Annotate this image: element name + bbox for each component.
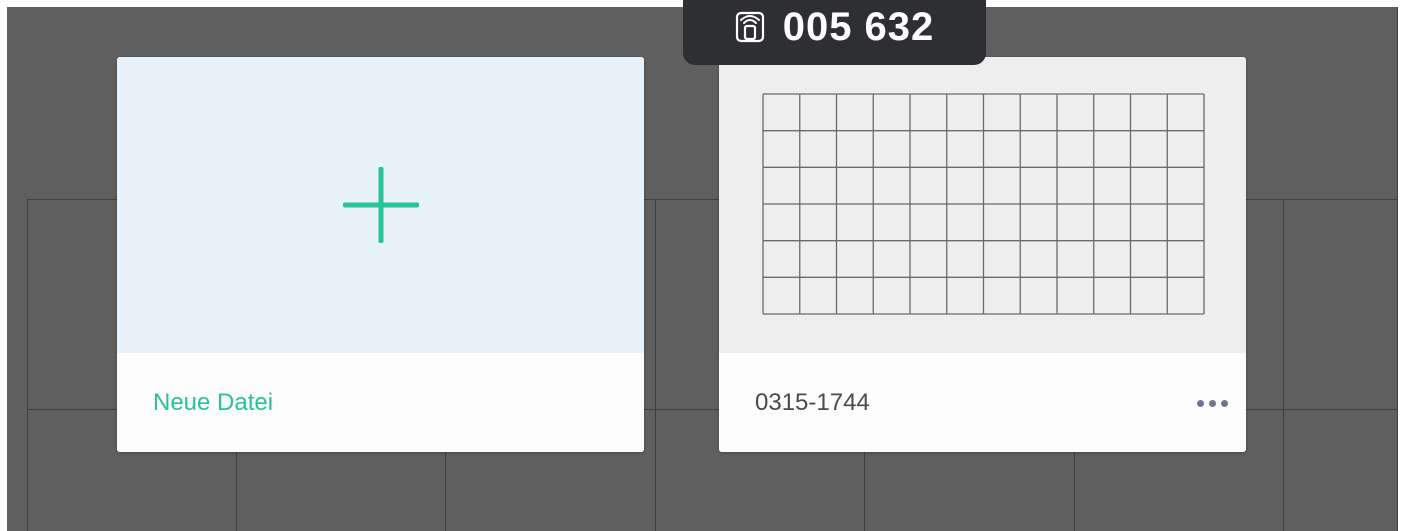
file-thumbnail[interactable] [719,57,1246,353]
background-line [655,199,656,531]
new-file-label[interactable]: Neue Datei [153,389,273,417]
background-line [27,199,28,531]
file-card[interactable]: 0315-1744 [719,57,1246,452]
new-file-card[interactable]: Neue Datei [117,57,644,452]
session-code: 005 632 [782,4,935,49]
more-options-button[interactable] [1188,389,1236,417]
new-file-thumbnail[interactable] [117,57,644,353]
screen-cast-icon [735,11,764,42]
background-line [1283,199,1284,531]
plus-icon [343,167,419,243]
session-code-badge: 005 632 [683,0,986,65]
grid-preview-icon [762,93,1205,315]
more-options-icon [1196,399,1204,407]
file-footer: 0315-1744 [719,353,1246,452]
file-name: 0315-1744 [755,389,870,416]
more-options-icon [1220,399,1228,407]
background-line [1397,7,1398,531]
new-file-footer: Neue Datei [117,353,644,452]
more-options-icon [1208,399,1216,407]
